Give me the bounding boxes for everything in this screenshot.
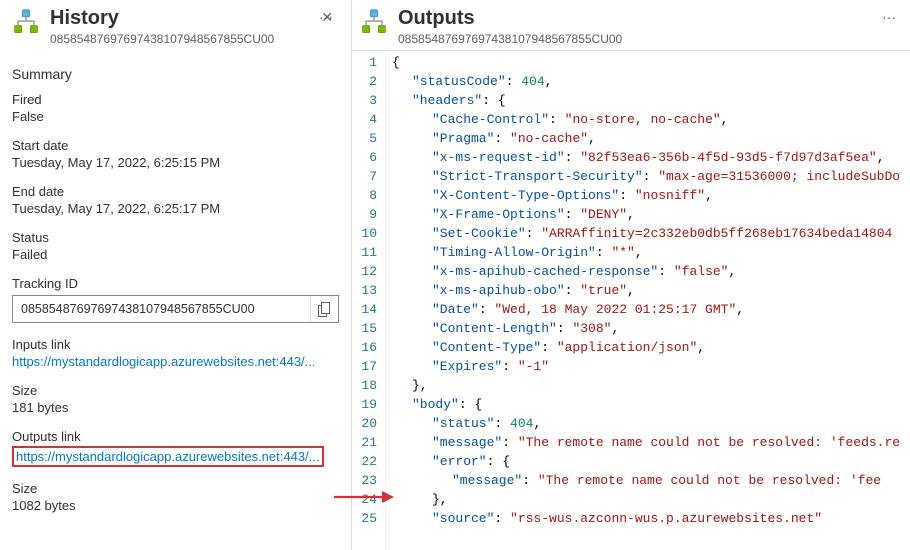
outputs-link-highlight: https://mystandardlogicapp.azurewebsites…: [12, 446, 324, 467]
history-run-id: 08585487697697438107948567855CU00: [50, 32, 309, 46]
logic-app-icon: [360, 8, 388, 36]
outputs-size-label: Size: [12, 481, 339, 496]
start-date-label: Start date: [12, 138, 339, 153]
outputs-link[interactable]: https://mystandardlogicapp.azurewebsites…: [16, 449, 320, 464]
logic-app-icon: [12, 8, 40, 36]
close-icon[interactable]: ✕: [315, 6, 339, 28]
inputs-size-value: 181 bytes: [12, 400, 339, 415]
end-date-field: End date Tuesday, May 17, 2022, 6:25:17 …: [12, 184, 339, 216]
outputs-run-id: 08585487697697438107948567855CU00: [398, 32, 872, 46]
code-area[interactable]: {"statusCode": 404,"headers": {"Cache-Co…: [386, 51, 910, 550]
start-date-value: Tuesday, May 17, 2022, 6:25:15 PM: [12, 155, 339, 170]
status-value: Failed: [12, 247, 339, 262]
history-header: History 08585487697697438107948567855CU0…: [12, 6, 339, 52]
inputs-size-label: Size: [12, 383, 339, 398]
status-label: Status: [12, 230, 339, 245]
inputs-link-field: Inputs link https://mystandardlogicapp.a…: [12, 337, 339, 369]
inputs-size-field: Size 181 bytes: [12, 383, 339, 415]
inputs-link-label: Inputs link: [12, 337, 339, 352]
summary-heading: Summary: [12, 66, 339, 82]
history-title: History: [50, 6, 309, 30]
tracking-box: [12, 295, 339, 323]
copy-icon[interactable]: [310, 296, 338, 322]
outputs-title: Outputs: [398, 6, 872, 30]
end-date-value: Tuesday, May 17, 2022, 6:25:17 PM: [12, 201, 339, 216]
outputs-link-label: Outputs link: [12, 429, 339, 444]
line-gutter: 1234567891011121314151617181920212223242…: [352, 51, 386, 550]
tracking-input[interactable]: [13, 296, 310, 322]
tracking-field: Tracking ID: [12, 276, 339, 323]
fired-field: Fired False: [12, 92, 339, 124]
json-editor[interactable]: 1234567891011121314151617181920212223242…: [352, 50, 910, 550]
inputs-link[interactable]: https://mystandardlogicapp.azurewebsites…: [12, 354, 339, 369]
fired-value: False: [12, 109, 339, 124]
tracking-label: Tracking ID: [12, 276, 339, 291]
outputs-panel: Outputs 08585487697697438107948567855CU0…: [352, 0, 910, 550]
fired-label: Fired: [12, 92, 339, 107]
outputs-size-field: Size 1082 bytes: [12, 481, 339, 513]
outputs-size-value: 1082 bytes: [12, 498, 339, 513]
outputs-header: Outputs 08585487697697438107948567855CU0…: [352, 0, 910, 50]
history-panel: History 08585487697697438107948567855CU0…: [0, 0, 352, 550]
more-icon[interactable]: ···: [876, 6, 902, 28]
start-date-field: Start date Tuesday, May 17, 2022, 6:25:1…: [12, 138, 339, 170]
status-field: Status Failed: [12, 230, 339, 262]
end-date-label: End date: [12, 184, 339, 199]
outputs-link-field: Outputs link https://mystandardlogicapp.…: [12, 429, 339, 467]
